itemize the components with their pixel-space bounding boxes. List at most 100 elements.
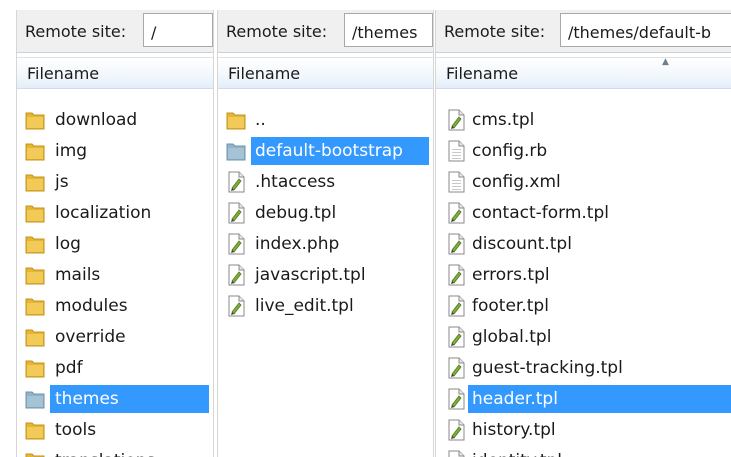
file-list-item[interactable]: footer.tpl (436, 290, 731, 321)
file-icon (446, 357, 466, 379)
file-list-item[interactable]: mails (17, 259, 213, 290)
filename-header-label: Filename (228, 64, 301, 83)
file-icon (446, 295, 466, 317)
file-name: debug.tpl (255, 203, 337, 223)
file-icon (446, 233, 466, 255)
folder-icon (226, 109, 246, 131)
file-list-item[interactable]: pdf (17, 352, 213, 383)
file-list-item[interactable]: log (17, 228, 213, 259)
folder-icon (25, 109, 45, 131)
file-list-item[interactable]: history.tpl (436, 414, 731, 445)
remote-path-input[interactable]: /themes (344, 13, 433, 47)
folder-icon (25, 295, 45, 317)
filename-header-label: Filename (446, 64, 519, 83)
file-name: override (55, 327, 126, 347)
file-name: tools (55, 420, 97, 440)
filename-column-header[interactable]: Filename (17, 57, 213, 89)
blank-file-icon (446, 140, 466, 162)
file-list-item[interactable]: default-bootstrap (218, 135, 433, 166)
file-list-item[interactable]: translations (17, 445, 213, 457)
file-name: modules (55, 296, 128, 316)
file-icon (226, 202, 246, 224)
file-list-item[interactable]: modules (17, 290, 213, 321)
file-list-item[interactable]: index.php (218, 228, 433, 259)
file-name: themes (55, 389, 119, 409)
file-name: cms.tpl (472, 110, 535, 130)
file-list-item[interactable]: img (17, 135, 213, 166)
remote-site-label: Remote site: (226, 22, 328, 41)
file-list-item[interactable]: javascript.tpl (218, 259, 433, 290)
file-icon (446, 419, 466, 441)
file-icon (226, 171, 246, 193)
file-list-item[interactable]: identity.tpl (436, 445, 731, 457)
remote-site-label: Remote site: (444, 22, 546, 41)
file-name: header.tpl (472, 389, 558, 409)
folder-icon (25, 264, 45, 286)
filename-column-header[interactable]: ▲ Filename (436, 57, 731, 89)
folder-icon (25, 388, 45, 410)
remote-site-bar: Remote site: /themes/default-b (436, 10, 731, 53)
folder-icon (25, 326, 45, 348)
file-list-item[interactable]: debug.tpl (218, 197, 433, 228)
file-icon (446, 450, 466, 457)
file-name: discount.tpl (472, 234, 572, 254)
folder-icon (226, 140, 246, 162)
file-icon (446, 388, 466, 410)
file-list-item[interactable]: js (17, 166, 213, 197)
sort-ascending-icon: ▲ (662, 57, 669, 67)
file-list-item[interactable]: localization (17, 197, 213, 228)
file-name: localization (55, 203, 152, 223)
file-name: config.rb (472, 141, 548, 161)
file-name: footer.tpl (472, 296, 549, 316)
remote-site-bar: Remote site: / (17, 10, 213, 53)
file-name: .htaccess (255, 172, 336, 192)
file-name: identity.tpl (472, 450, 562, 457)
filename-column-header[interactable]: Filename (218, 57, 433, 89)
folder-icon (25, 171, 45, 193)
folder-icon (25, 450, 45, 457)
file-name: errors.tpl (472, 265, 550, 285)
remote-site-bar: Remote site: /themes (218, 10, 433, 53)
file-list-item[interactable]: contact-form.tpl (436, 197, 731, 228)
file-list-item[interactable]: global.tpl (436, 321, 731, 352)
file-icon (446, 264, 466, 286)
file-name: download (55, 110, 138, 130)
file-name: log (55, 234, 81, 254)
file-name: global.tpl (472, 327, 552, 347)
file-icon (226, 264, 246, 286)
remote-path-input[interactable]: / (143, 13, 213, 47)
file-list-item[interactable]: config.rb (436, 135, 731, 166)
remote-site-label: Remote site: (25, 22, 127, 41)
remote-site-pane-default-bootstrap: Remote site: /themes/default-b ▲ Filenam… (435, 10, 731, 457)
file-name: pdf (55, 358, 83, 378)
file-icon (446, 109, 466, 131)
file-list-item[interactable]: override (17, 321, 213, 352)
remote-site-pane-root: Remote site: / Filename download img js loc… (16, 10, 214, 457)
file-list-item[interactable]: config.xml (436, 166, 731, 197)
blank-file-icon (446, 171, 466, 193)
file-name: config.xml (472, 172, 561, 192)
folder-icon (25, 233, 45, 255)
file-list-item[interactable]: download (17, 104, 213, 135)
folder-icon (25, 419, 45, 441)
file-name: javascript.tpl (255, 265, 366, 285)
file-list-item[interactable]: .. (218, 104, 433, 135)
file-list-item[interactable]: cms.tpl (436, 104, 731, 135)
file-list-item[interactable]: errors.tpl (436, 259, 731, 290)
file-name: index.php (255, 234, 340, 254)
remote-site-pane-themes: Remote site: /themes Filename .. default-… (217, 10, 434, 457)
file-name: .. (255, 110, 266, 130)
file-list-item[interactable]: tools (17, 414, 213, 445)
file-icon (446, 202, 466, 224)
folder-icon (25, 357, 45, 379)
file-list-item[interactable]: .htaccess (218, 166, 433, 197)
file-list-item[interactable]: header.tpl (436, 383, 731, 414)
remote-path-input[interactable]: /themes/default-b (560, 13, 731, 47)
folder-icon (25, 140, 45, 162)
file-icon (446, 326, 466, 348)
file-list-item[interactable]: live_edit.tpl (218, 290, 433, 321)
file-list-item[interactable]: themes (17, 383, 213, 414)
file-list-item[interactable]: guest-tracking.tpl (436, 352, 731, 383)
file-list-item[interactable]: discount.tpl (436, 228, 731, 259)
file-icon (226, 295, 246, 317)
